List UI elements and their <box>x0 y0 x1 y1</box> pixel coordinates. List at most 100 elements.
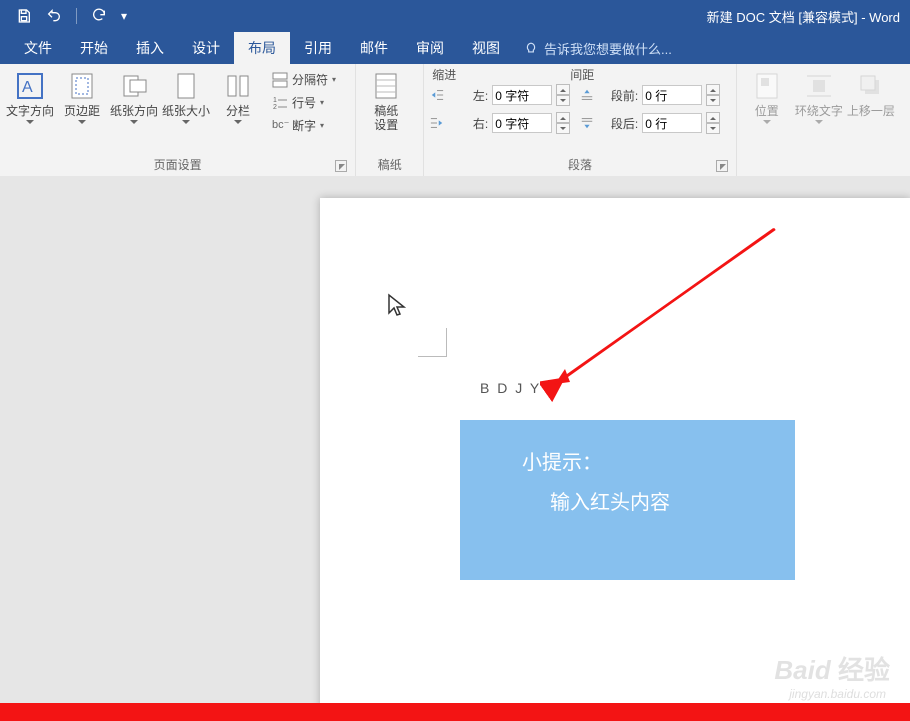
svg-text:2: 2 <box>273 104 277 111</box>
spacing-after-down[interactable] <box>706 123 720 134</box>
spacing-before-input[interactable] <box>642 85 702 105</box>
lightbulb-icon <box>524 42 538 56</box>
spacing-after-icon <box>580 116 594 130</box>
tip-body: 输入红头内容 <box>550 486 670 515</box>
margin-corner-mark <box>418 328 447 357</box>
tab-view[interactable]: 视图 <box>458 32 514 64</box>
indent-left-label: 左: <box>448 87 488 104</box>
margins-button[interactable]: 页边距 <box>58 68 106 128</box>
quick-access-toolbar: ▾ <box>0 8 127 24</box>
spacing-before-field: 段前: <box>580 84 720 106</box>
tell-me-label: 告诉我您想要做什么... <box>544 39 672 58</box>
tab-references[interactable]: 引用 <box>290 32 346 64</box>
tab-file[interactable]: 文件 <box>10 32 66 64</box>
group-manuscript: 稿纸设置 稿纸 <box>356 64 424 176</box>
hyphenation-icon: bc⁻ <box>272 118 288 134</box>
indent-left-icon <box>430 88 444 102</box>
wrap-label: 环绕文字 <box>795 104 843 118</box>
indent-right-down[interactable] <box>556 123 570 134</box>
indent-right-input[interactable] <box>492 113 552 133</box>
columns-icon <box>222 70 254 102</box>
indent-header: 缩进 <box>432 68 456 82</box>
indent-left-up[interactable] <box>556 84 570 95</box>
title-bar: ▾ 新建 DOC 文档 [兼容模式] - Word <box>0 0 910 32</box>
breaks-label: 分隔符 <box>292 71 328 88</box>
line-numbers-button[interactable]: 12行号▾ <box>270 93 338 112</box>
position-button: 位置 <box>743 68 791 128</box>
text-direction-button[interactable]: A 文字方向 <box>6 68 54 128</box>
page-setup-dialog-launcher[interactable] <box>335 160 347 172</box>
indent-left-input[interactable] <box>492 85 552 105</box>
spacing-after-label: 段后: <box>598 115 638 132</box>
tab-review[interactable]: 审阅 <box>402 32 458 64</box>
qat-customize-icon[interactable]: ▾ <box>121 9 127 23</box>
tab-design[interactable]: 设计 <box>178 32 234 64</box>
orientation-icon <box>118 70 150 102</box>
breaks-button[interactable]: 分隔符▾ <box>270 70 338 89</box>
spacing-after-field: 段后: <box>580 112 720 134</box>
orientation-button[interactable]: 纸张方向 <box>110 68 158 128</box>
spacing-before-label: 段前: <box>598 87 638 104</box>
save-icon[interactable] <box>16 8 32 24</box>
tab-home[interactable]: 开始 <box>66 32 122 64</box>
indent-left-field: 左: <box>430 84 570 106</box>
watermark-url: jingyan.baidu.com <box>789 687 886 701</box>
tab-mailings[interactable]: 邮件 <box>346 32 402 64</box>
line-numbers-label: 行号 <box>292 94 316 111</box>
indent-right-up[interactable] <box>556 112 570 123</box>
document-page[interactable]: B D J Y 小提示： 输入红头内容 Baid 经验 jingyan.baid… <box>320 198 910 721</box>
orientation-label: 纸张方向 <box>110 104 158 118</box>
paragraph-group-label: 段落 <box>430 154 730 174</box>
hyphenation-button[interactable]: bc⁻断字▾ <box>270 116 338 135</box>
margins-label: 页边距 <box>64 104 100 118</box>
tab-layout[interactable]: 布局 <box>234 32 290 64</box>
document-workspace[interactable]: B D J Y 小提示： 输入红头内容 Baid 经验 jingyan.baid… <box>0 176 910 721</box>
undo-icon[interactable] <box>46 8 62 24</box>
indent-right-field: 右: <box>430 112 570 134</box>
group-arrange: 位置 环绕文字 上移一层 <box>737 64 910 176</box>
indent-right-label: 右: <box>448 115 488 132</box>
window-title: 新建 DOC 文档 [兼容模式] - Word <box>707 0 900 32</box>
columns-button[interactable]: 分栏 <box>214 68 262 128</box>
spacing-before-down[interactable] <box>706 95 720 106</box>
svg-text:A: A <box>22 79 33 96</box>
ribbon: A 文字方向 页边距 纸张方向 纸张大小 分栏 分隔符▾ 12行号▾ <box>0 64 910 177</box>
indent-left-down[interactable] <box>556 95 570 106</box>
qat-separator <box>76 8 77 24</box>
tab-insert[interactable]: 插入 <box>122 32 178 64</box>
spacing-before-up[interactable] <box>706 84 720 95</box>
bring-forward-label: 上移一层 <box>847 104 895 118</box>
size-icon <box>170 70 202 102</box>
manuscript-button[interactable]: 稿纸设置 <box>362 68 410 132</box>
size-button[interactable]: 纸张大小 <box>162 68 210 128</box>
position-icon <box>751 70 783 102</box>
manuscript-icon <box>370 70 402 102</box>
hyphenation-label: 断字 <box>292 117 316 134</box>
line-numbers-icon: 12 <box>272 95 288 111</box>
svg-text:1: 1 <box>273 97 277 104</box>
manuscript-group-label: 稿纸 <box>362 154 417 174</box>
spacing-after-up[interactable] <box>706 112 720 123</box>
bring-forward-icon <box>855 70 887 102</box>
document-text[interactable]: B D J Y <box>480 380 549 396</box>
wrap-button: 环绕文字 <box>795 68 843 128</box>
text-direction-icon: A <box>14 70 46 102</box>
bring-forward-button: 上移一层 <box>847 68 895 118</box>
breaks-icon <box>272 72 288 88</box>
ribbon-tabs: 文件 开始 插入 设计 布局 引用 邮件 审阅 视图 告诉我您想要做什么... <box>0 32 910 64</box>
redo-icon[interactable] <box>91 8 107 24</box>
page-setup-group-label: 页面设置 <box>6 154 349 174</box>
margins-icon <box>66 70 98 102</box>
indent-right-icon <box>430 116 444 130</box>
columns-label: 分栏 <box>226 104 250 118</box>
mouse-cursor-icon <box>386 293 408 319</box>
spacing-header: 间距 <box>570 68 594 82</box>
bottom-red-bar <box>0 703 910 721</box>
manuscript-label2: 设置 <box>374 118 398 132</box>
spacing-after-input[interactable] <box>642 113 702 133</box>
paragraph-dialog-launcher[interactable] <box>716 160 728 172</box>
tell-me-search[interactable]: 告诉我您想要做什么... <box>514 33 682 64</box>
position-label: 位置 <box>755 104 779 118</box>
wrap-icon <box>803 70 835 102</box>
watermark-brand: Baid 经验 <box>774 650 890 687</box>
